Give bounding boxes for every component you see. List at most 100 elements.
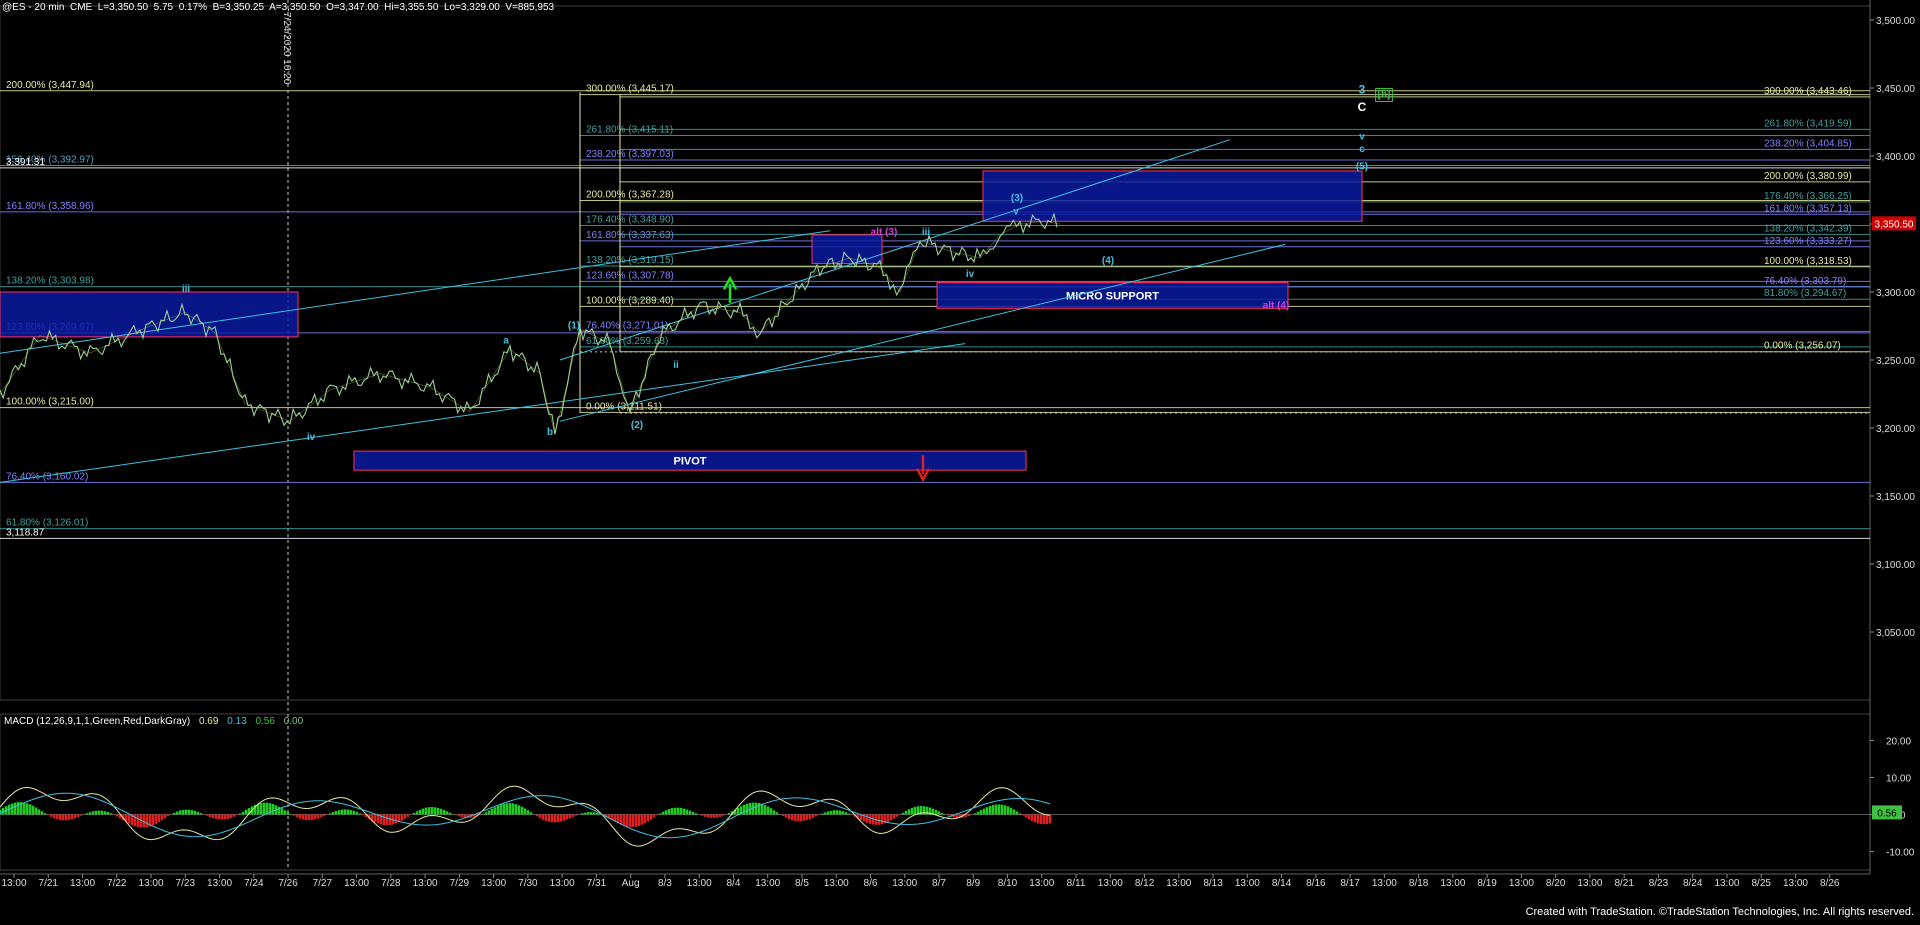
- wave-label: (5): [1356, 162, 1368, 173]
- time-tick-label: 7/23: [176, 878, 196, 889]
- macd-value-2: 0.13: [227, 716, 247, 727]
- time-tick-label: 13:00: [344, 878, 369, 889]
- cursor-date-label: 7/24/2020 10:20: [281, 12, 292, 85]
- time-tick-label: 7/26: [278, 878, 298, 889]
- symbol-header: @ES - 20 min CME L=3,350.50 5.75 0.17% B…: [2, 2, 554, 13]
- time-tick-label: 13:00: [1029, 878, 1054, 889]
- fib-level-label: 76.40% (3,271.01): [586, 320, 668, 331]
- time-tick-label: 8/9: [966, 878, 980, 889]
- wave-label: C: [1358, 100, 1367, 114]
- time-tick-label: 7/28: [381, 878, 401, 889]
- wave-label: alt (3): [871, 227, 898, 238]
- time-tick-label: 7/31: [587, 878, 607, 889]
- fib-level-label: 261.80% (3,419.59): [1764, 118, 1852, 129]
- bid-price: B=3,350.25: [212, 2, 265, 13]
- wave-label: a: [503, 336, 509, 347]
- fib-level-label: 161.80% (3,337.63): [586, 230, 674, 241]
- fib-level-label: 123.60% (3,333.27): [1764, 236, 1852, 247]
- macd-histogram-positive: [0, 802, 1022, 815]
- fib-level-label: 138.20% (3,303.98): [6, 276, 94, 287]
- time-tick-label: 13:00: [207, 878, 232, 889]
- fib-level-label: 300.00% (3,445.17): [586, 84, 674, 95]
- price-tick-label: 3,100.00: [1876, 560, 1915, 571]
- time-tick-label: 13:00: [1, 878, 26, 889]
- time-tick-label: 13:00: [1714, 878, 1739, 889]
- time-tick-label: 13:00: [687, 878, 712, 889]
- macd-value-3: 0.56: [255, 716, 275, 727]
- wave-label: (3): [1011, 193, 1023, 204]
- fib-level-label: 238.20% (3,397.03): [586, 149, 674, 160]
- macd-value-4: 0.00: [283, 716, 304, 727]
- time-tick-label: 13:00: [892, 878, 917, 889]
- time-tick-label: 8/5: [795, 878, 809, 889]
- price-tick-label: 3,450.00: [1876, 84, 1915, 95]
- fib-level-label: 200.00% (3,447.94): [6, 80, 94, 91]
- time-tick-label: 8/26: [1820, 878, 1840, 889]
- time-tick-label: 7/21: [39, 878, 59, 889]
- macd-legend: MACD (12,26,9,1,1,Green,Red,DarkGray) 0.…: [4, 716, 303, 727]
- wave-label: b: [547, 427, 553, 438]
- zone-label: MICRO SUPPORT: [1066, 290, 1159, 302]
- time-tick-label: 13:00: [824, 878, 849, 889]
- time-tick-label: 7/24: [244, 878, 264, 889]
- macd-pane-border: [0, 713, 1871, 871]
- time-tick-label: 7/27: [313, 878, 333, 889]
- chart-window[interactable]: 3,500.003,450.003,400.003,350.003,300.00…: [0, 0, 1920, 920]
- trendline: [559, 139, 1231, 361]
- last-price-badge-text: 3,350.50: [1875, 219, 1914, 230]
- time-tick-label: 8/6: [864, 878, 878, 889]
- time-tick-label: 13:00: [1577, 878, 1602, 889]
- fib-level-label: 238.20% (3,404.85): [1764, 138, 1852, 149]
- fib-level-label: 200.00% (3,380.99): [1764, 171, 1852, 182]
- time-tick-label: 8/13: [1203, 878, 1223, 889]
- macd-badge-text: 0.56: [1877, 808, 1897, 819]
- fib-level-label: 138.20% (3,342.39): [1764, 223, 1852, 234]
- wave-label: [b]: [1378, 90, 1391, 101]
- fib-level-label: 3,391.31: [6, 157, 45, 168]
- open-price: O=3,347.00: [326, 2, 379, 13]
- time-tick-label: 7/22: [107, 878, 127, 889]
- time-tick-label: 8/3: [658, 878, 672, 889]
- ask-price: A=3,350.50: [269, 2, 321, 13]
- wave-label: (4): [1102, 255, 1114, 266]
- time-tick-label: 8/19: [1477, 878, 1497, 889]
- time-tick-label: Aug: [622, 878, 640, 889]
- volume: V=885,953: [505, 2, 555, 13]
- macd-tick-label: -10.00: [1886, 848, 1915, 859]
- wave-label: c: [1359, 144, 1365, 155]
- time-tick-label: 13:00: [1098, 878, 1123, 889]
- time-tick-label: 13:00: [1783, 878, 1808, 889]
- macd-line: [0, 785, 1051, 847]
- time-tick-label: 8/25: [1751, 878, 1771, 889]
- time-tick-label: 8/7: [932, 878, 946, 889]
- time-tick-label: 13:00: [1509, 878, 1534, 889]
- time-tick-label: 8/10: [998, 878, 1018, 889]
- wave-label: iii: [922, 227, 931, 238]
- time-tick-label: 8/21: [1614, 878, 1634, 889]
- last-price: L=3,350.50: [97, 2, 149, 13]
- price-tick-label: 3,200.00: [1876, 424, 1915, 435]
- footer-credit: Created with TradeStation. ©TradeStation…: [1525, 906, 1914, 918]
- target-zone-box: [0, 291, 299, 338]
- price-tick-label: 3,150.00: [1876, 492, 1915, 503]
- time-tick-label: 7/29: [450, 878, 470, 889]
- wave-label: v: [1013, 206, 1019, 217]
- price-chart-canvas[interactable]: 3,500.003,450.003,400.003,350.003,300.00…: [0, 0, 1920, 920]
- wave-label: ii: [673, 360, 679, 371]
- pct-change: 0.17%: [178, 2, 208, 13]
- fib-level-label: 261.80% (3,415.11): [586, 124, 673, 135]
- price-tick-label: 3,300.00: [1876, 288, 1915, 299]
- time-tick-label: 13:00: [1372, 878, 1397, 889]
- time-tick-label: 8/18: [1409, 878, 1429, 889]
- wave-label: 3: [1359, 82, 1366, 96]
- price-tick-label: 3,400.00: [1876, 152, 1915, 163]
- fib-level-label: 3,118.87: [6, 527, 45, 538]
- fib-level-label: 76.40% (3,303.79): [1764, 276, 1846, 287]
- symbol-name: @ES - 20 min: [2, 2, 65, 13]
- time-tick-label: 8/20: [1546, 878, 1566, 889]
- time-tick-label: 8/4: [726, 878, 740, 889]
- time-tick-label: 13:00: [1440, 878, 1465, 889]
- macd-tick-label: 10.00: [1886, 774, 1911, 785]
- price-tick-label: 3,500.00: [1876, 16, 1915, 27]
- price-pane-border: [0, 5, 1871, 701]
